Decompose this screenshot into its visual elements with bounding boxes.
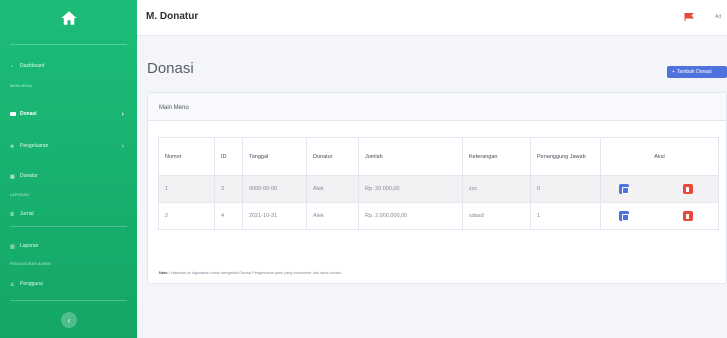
sidebar-heading: LAPORAN — [10, 193, 29, 197]
trash-icon[interactable] — [682, 184, 693, 194]
table-cell: Rp. 20.000,00 — [358, 175, 463, 203]
user-menu[interactable]: Ad — [715, 14, 721, 20]
donasi-card: Main Menu Nomor ID Tanggal Donatur Jumla… — [147, 92, 727, 284]
topbar: M. Donatur Ad — [137, 0, 727, 36]
column-header: Tanggal — [242, 137, 307, 176]
action-cell — [600, 175, 719, 203]
column-header: Nomor — [158, 137, 215, 176]
sidebar-item-donasi[interactable]: Donasi › — [0, 106, 137, 122]
column-header: Donatur — [306, 137, 359, 176]
table-cell: zxc — [462, 175, 531, 203]
cog-icon: ✲ — [10, 143, 15, 150]
topbar-title: M. Donatur — [146, 11, 199, 22]
chevron-right-icon: › — [121, 110, 124, 118]
table-cell: sdasd — [462, 202, 531, 230]
chevron-left-icon: ‹ — [67, 315, 71, 325]
list-icon: ≣ — [10, 211, 15, 218]
table-row: 1 3 0000-00-00 Alek Rp. 20.000,00 zxc 0 — [158, 175, 719, 203]
sidebar-heading: PENGATURAN ADMIN — [10, 262, 51, 266]
home-icon — [61, 11, 76, 25]
column-header: Keterangan — [462, 137, 531, 176]
table-cell: Alek — [306, 175, 359, 203]
sidebar-item-label: Donatur — [20, 173, 38, 179]
sidebar-item-label: Donasi — [20, 111, 37, 117]
sidebar-toggle-button[interactable]: ‹ — [61, 312, 77, 328]
table-cell: 3 — [214, 175, 243, 203]
page-note: Note : Halaman ini digunakan untuk menge… — [159, 271, 342, 275]
plus-icon: + — [672, 69, 675, 75]
card-header: Main Menu — [148, 93, 726, 121]
note-label: Note : — [159, 271, 170, 275]
table-cell: 2021-10-31 — [242, 202, 307, 230]
table-cell: 1 — [530, 202, 601, 230]
chart-icon: ▥ — [10, 243, 15, 250]
sidebar-divider — [10, 44, 127, 45]
sidebar-item-pengguna[interactable]: ♙ Pengguna — [0, 276, 137, 292]
sidebar-item-jurnal[interactable]: ≣ Jurnal — [0, 206, 137, 222]
column-header: Jumlah — [358, 137, 463, 176]
sidebar-divider — [10, 226, 127, 227]
folder-icon — [10, 112, 16, 116]
table-cell: Alek — [306, 202, 359, 230]
chevron-right-icon: › — [121, 142, 124, 150]
user-icon: ♙ — [10, 281, 15, 288]
sidebar-divider — [10, 300, 127, 301]
sidebar-item-label: Laporan — [20, 243, 39, 249]
action-cell — [600, 202, 719, 230]
sidebar-item-label: Pengguna — [20, 281, 43, 287]
note-text: Halaman ini digunakan untuk mengelola Do… — [170, 271, 342, 275]
sidebar-item-label: Jurnal — [20, 211, 34, 217]
table-row: 2 4 2021-10-31 Alek Rp. 2.000.000,00 sda… — [158, 202, 719, 230]
table-icon: ▦ — [10, 173, 15, 180]
sidebar-item-label: Dashboard — [20, 63, 45, 69]
sidebar-heading: MAIN MENU — [10, 84, 33, 88]
sidebar-item-dashboard[interactable]: ◔ Dashboard — [0, 58, 137, 74]
table-header-row: Nomor ID Tanggal Donatur Jumlah Keterang… — [158, 137, 719, 176]
column-header: ID — [214, 137, 243, 176]
sidebar-item-laporan[interactable]: ▥ Laporan — [0, 238, 137, 254]
sidebar: ◔ Dashboard MAIN MENU Donasi › ✲ Pengelu… — [0, 0, 137, 338]
table-cell: 1 — [158, 175, 215, 203]
table-cell: Rp. 2.000.000,00 — [358, 202, 463, 230]
tachometer-icon: ◔ — [10, 63, 14, 70]
add-button-label: Tambah Donasi — [676, 69, 712, 75]
sidebar-item-pengeluaran[interactable]: ✲ Pengeluaran › — [0, 138, 137, 154]
table-cell: 0 — [530, 175, 601, 203]
donasi-table: Nomor ID Tanggal Donatur Jumlah Keterang… — [158, 137, 719, 230]
sidebar-item-donatur[interactable]: ▦ Donatur — [0, 168, 137, 184]
table-cell: 2 — [158, 202, 215, 230]
page-title: Donasi — [147, 60, 194, 77]
brand-logo[interactable] — [0, 0, 137, 36]
add-donasi-button[interactable]: + Tambah Donasi — [667, 66, 727, 78]
edit-icon[interactable] — [619, 184, 629, 194]
trash-icon[interactable] — [682, 211, 693, 221]
sidebar-item-label: Pengeluaran — [20, 143, 49, 149]
table-cell: 4 — [214, 202, 243, 230]
column-header: Aksi — [600, 137, 719, 176]
edit-icon[interactable] — [619, 211, 629, 221]
flag-icon[interactable] — [684, 13, 694, 21]
table-cell: 0000-00-00 — [242, 175, 307, 203]
column-header: Penanggung Jawab — [530, 137, 601, 176]
